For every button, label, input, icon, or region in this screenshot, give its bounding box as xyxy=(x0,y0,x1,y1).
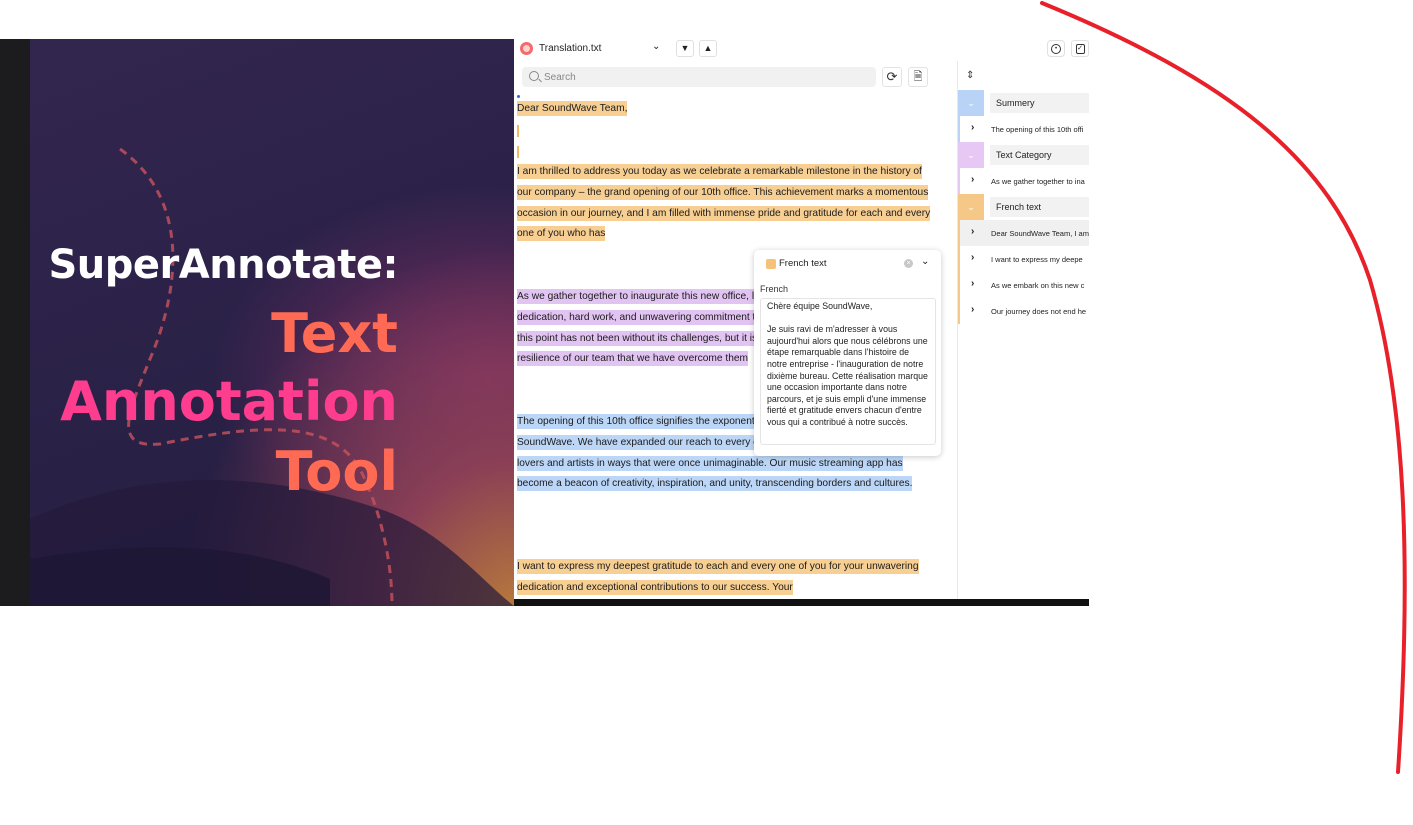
annotation-arc xyxy=(1040,1,1407,774)
screenshot-root: SuperAnnotate: Text Annotation Tool Tran… xyxy=(0,0,1413,825)
